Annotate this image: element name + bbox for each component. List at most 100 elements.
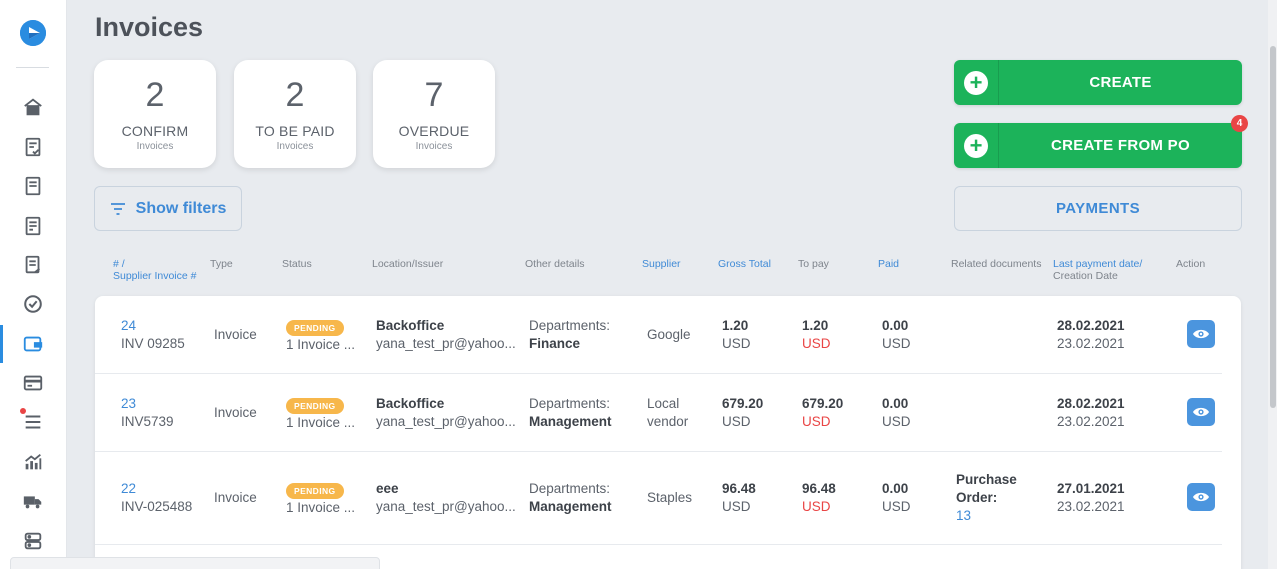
paid-cell: 0.00 USD xyxy=(882,480,911,516)
paid-cell: 0.00 USD xyxy=(882,395,911,431)
to-pay-cell: 96.48 USD xyxy=(802,480,836,516)
eye-icon xyxy=(1193,329,1209,339)
departments-label: Departments: xyxy=(529,318,611,333)
invoice-id-link[interactable]: 24 xyxy=(121,317,185,335)
gross-currency: USD xyxy=(722,499,751,514)
eye-icon xyxy=(1193,492,1209,502)
column-header-related: Related documents xyxy=(951,258,1042,270)
column-header-supplier[interactable]: Supplier xyxy=(642,258,681,270)
create-button[interactable]: + CREATE xyxy=(954,60,1242,105)
invoice-id-link[interactable]: 22 xyxy=(121,480,192,498)
home-icon[interactable] xyxy=(21,95,45,119)
related-doc-label-line1: Purchase xyxy=(956,472,1017,487)
invoice-id-link[interactable]: 23 xyxy=(121,395,174,413)
department-name: Management xyxy=(529,414,612,429)
scrollbar-thumb[interactable] xyxy=(1270,46,1276,408)
document-icon[interactable] xyxy=(21,174,45,198)
table-row[interactable]: 22 INV-025488 Invoice PENDING 1 Invoice … xyxy=(95,452,1222,545)
column-header-location: Location/Issuer xyxy=(372,258,444,270)
column-header-paid[interactable]: Paid xyxy=(878,258,899,270)
stat-card-confirm[interactable]: 2 CONFIRM Invoices xyxy=(94,60,216,168)
issuer-email: yana_test_pr@yahoo... xyxy=(376,499,516,514)
sidebar xyxy=(0,0,67,569)
stat-sublabel: Invoices xyxy=(276,141,314,152)
last-payment-date: 28.02.2021 xyxy=(1057,396,1125,411)
paid-cell: 0.00 USD xyxy=(882,317,911,353)
supplier-cell: Google xyxy=(647,326,691,344)
type-cell: Invoice xyxy=(214,405,257,420)
gross-currency: USD xyxy=(722,336,751,351)
document-icon[interactable] xyxy=(21,214,45,238)
receipt-icon[interactable] xyxy=(21,253,45,277)
eye-icon xyxy=(1193,407,1209,417)
type-cell: Invoice xyxy=(214,490,257,505)
status-detail: 1 Invoice ... xyxy=(286,415,356,430)
location-name: Backoffice xyxy=(376,318,445,333)
location-cell: eee yana_test_pr@yahoo... xyxy=(376,480,516,516)
purchase-order-link[interactable]: 13 xyxy=(956,507,1017,525)
invoice-id-cell[interactable]: 24 INV 09285 xyxy=(121,317,185,353)
create-from-po-label: CREATE FROM PO xyxy=(1051,137,1190,154)
stat-card-overdue[interactable]: 7 OVERDUE Invoices xyxy=(373,60,495,168)
chart-icon[interactable] xyxy=(21,450,45,474)
departments-label: Departments: xyxy=(529,396,611,411)
checklist-icon[interactable] xyxy=(21,135,45,159)
to-pay-amount: 679.20 xyxy=(802,396,844,411)
paid-currency: USD xyxy=(882,414,911,429)
column-header-gross[interactable]: Gross Total xyxy=(718,258,771,270)
stat-label: TO BE PAID xyxy=(255,123,335,139)
stat-label: CONFIRM xyxy=(121,123,189,139)
paid-amount: 0.00 xyxy=(882,318,909,333)
supplier-invoice-number: INV 09285 xyxy=(121,336,185,351)
table-row[interactable]: 23 INV5739 Invoice PENDING 1 Invoice ...… xyxy=(95,374,1222,452)
to-pay-amount: 96.48 xyxy=(802,481,836,496)
column-header-last-payment[interactable]: Last payment date/ Creation Date xyxy=(1053,258,1142,282)
table-row[interactable]: 24 INV 09285 Invoice PENDING 1 Invoice .… xyxy=(95,296,1222,374)
create-from-po-button[interactable]: + CREATE FROM PO 4 xyxy=(954,115,1248,168)
stat-number: 7 xyxy=(424,76,444,114)
paid-amount: 0.00 xyxy=(882,481,909,496)
column-header-number[interactable]: # / Supplier Invoice # xyxy=(113,258,196,282)
page-scrollbar[interactable] xyxy=(1268,0,1277,569)
supplier-name-line2: vendor xyxy=(647,414,689,429)
show-filters-button[interactable]: Show filters xyxy=(94,186,242,231)
nav-active-indicator xyxy=(0,325,3,363)
bottom-panel-tab[interactable] xyxy=(10,557,380,569)
view-invoice-button[interactable] xyxy=(1187,320,1215,348)
create-button-label: CREATE xyxy=(1089,74,1152,91)
check-circle-icon[interactable] xyxy=(21,292,45,316)
to-pay-amount: 1.20 xyxy=(802,318,829,333)
po-count-badge: 4 xyxy=(1231,115,1248,132)
server-icon[interactable] xyxy=(21,529,45,553)
supplier-invoice-number: INV-025488 xyxy=(121,499,193,514)
card-icon[interactable] xyxy=(21,371,45,395)
wallet-icon[interactable] xyxy=(21,332,45,356)
to-pay-cell: 1.20 USD xyxy=(802,317,831,353)
stat-sublabel: Invoices xyxy=(136,141,174,152)
related-documents-cell: Purchase Order: 13 xyxy=(956,471,1017,525)
other-details-cell: Departments: Management xyxy=(529,395,612,431)
invoice-id-cell[interactable]: 22 INV-025488 xyxy=(121,480,192,516)
view-invoice-button[interactable] xyxy=(1187,483,1215,511)
last-payment-date: 28.02.2021 xyxy=(1057,318,1125,333)
invoice-id-cell[interactable]: 23 INV5739 xyxy=(121,395,174,431)
supplier-cell: Staples xyxy=(647,489,692,507)
stat-number: 2 xyxy=(285,76,305,114)
status-badge: PENDING xyxy=(286,320,344,336)
truck-icon[interactable] xyxy=(21,489,45,513)
location-cell: Backoffice yana_test_pr@yahoo... xyxy=(376,395,516,431)
other-details-cell: Departments: Finance xyxy=(529,317,610,353)
stat-card-to-be-paid[interactable]: 2 TO BE PAID Invoices xyxy=(234,60,356,168)
payments-button[interactable]: PAYMENTS xyxy=(954,186,1242,231)
paid-amount: 0.00 xyxy=(882,396,909,411)
status-detail: 1 Invoice ... xyxy=(286,500,356,515)
to-pay-cell: 679.20 USD xyxy=(802,395,843,431)
plus-icon: + xyxy=(954,60,999,105)
issuer-email: yana_test_pr@yahoo... xyxy=(376,336,516,351)
column-header-topay: To pay xyxy=(798,258,829,270)
list-icon[interactable] xyxy=(21,410,45,434)
logo-icon[interactable] xyxy=(20,20,46,46)
gross-total-cell: 96.48 USD xyxy=(722,480,756,516)
creation-date: 23.02.2021 xyxy=(1057,499,1125,514)
view-invoice-button[interactable] xyxy=(1187,398,1215,426)
